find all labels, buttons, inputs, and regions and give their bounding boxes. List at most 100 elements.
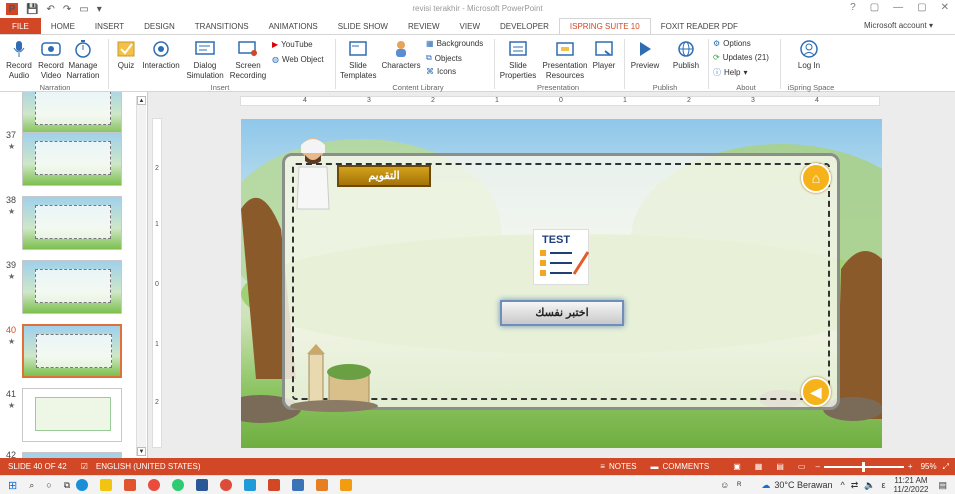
tab-foxit-reader[interactable]: FOXIT READER PDF <box>651 18 748 34</box>
app-icon[interactable] <box>316 479 329 491</box>
edge-icon[interactable] <box>76 479 89 491</box>
help-button[interactable]: ⓘ Help ▾ <box>713 67 747 78</box>
objects-button[interactable]: ⧉ Objects <box>426 53 462 63</box>
scroll-up-icon[interactable]: ▲ <box>137 96 146 105</box>
media-icon[interactable] <box>148 479 161 491</box>
slide-thumbnail-41[interactable] <box>22 388 122 442</box>
thumbnails-scrollbar[interactable]: ▲ ▼ <box>136 96 146 456</box>
test-yourself-button[interactable]: اختبر نفسك <box>500 300 624 326</box>
qat-dropdown-icon[interactable]: ▾ <box>97 4 102 15</box>
comments-button[interactable]: ▬ COMMENTS <box>651 462 710 471</box>
powerpoint-taskbar-icon[interactable] <box>268 479 281 491</box>
record-video-button[interactable]: Record Video <box>36 39 66 81</box>
interaction-button[interactable]: Interaction <box>140 39 182 71</box>
people-icon[interactable]: ☺ <box>720 480 729 490</box>
input-language[interactable]: ε <box>881 480 885 490</box>
app-icon[interactable] <box>340 479 353 491</box>
player-label: Player <box>592 61 616 70</box>
undo-icon[interactable]: ↶ <box>46 4 54 15</box>
search-icon[interactable]: ⌕ <box>29 480 34 491</box>
spellcheck-icon[interactable]: ☑ <box>81 462 88 471</box>
account-menu[interactable]: Microsoft account ▾ <box>864 21 933 30</box>
file-explorer-icon[interactable] <box>100 479 113 491</box>
weather-text[interactable]: 30°C Berawan <box>774 480 832 490</box>
slide-templates-button[interactable]: Slide Templates <box>340 39 376 81</box>
slide-thumbnail-38[interactable] <box>22 196 122 250</box>
presentation-resources-button[interactable]: Presentation Resources <box>540 39 590 81</box>
tab-slide-show[interactable]: SLIDE SHOW <box>328 18 398 34</box>
web-object-button[interactable]: ◍ Web Object <box>272 55 324 64</box>
youtube-button[interactable]: ▶ YouTube <box>272 40 313 49</box>
maximize-icon[interactable]: ▢ <box>917 2 926 13</box>
tab-ispring-suite[interactable]: ISPRING SUITE 10 <box>558 18 651 34</box>
word-icon[interactable] <box>196 479 209 491</box>
tab-insert[interactable]: INSERT <box>85 18 134 34</box>
quiz-button[interactable]: Quiz <box>113 39 139 71</box>
reading-view-icon[interactable]: ▤ <box>776 462 784 471</box>
network-icon[interactable]: ⇄ <box>851 480 859 491</box>
slide-thumbnail-39[interactable] <box>22 260 122 314</box>
record-audio-button[interactable]: Record Audio <box>4 39 34 81</box>
icons-button[interactable]: ⌘ Icons <box>426 67 456 76</box>
backgrounds-button[interactable]: ▦ Backgrounds <box>426 39 483 48</box>
touch-keyboard-icon[interactable]: ᴿ <box>737 480 741 490</box>
dialog-simulation-button[interactable]: Dialog Simulation <box>186 39 224 81</box>
fit-slide-icon[interactable]: ⤢ <box>943 462 949 472</box>
tab-review[interactable]: REVIEW <box>398 18 450 34</box>
zoom-thumb[interactable] <box>861 461 865 472</box>
clock[interactable]: 11:21 AM 11/2/2022 <box>893 476 928 494</box>
characters-button[interactable]: Characters <box>380 39 422 71</box>
scroll-down-icon[interactable]: ▼ <box>137 447 146 456</box>
back-button[interactable]: ◀ <box>801 377 831 407</box>
zoom-app-icon[interactable] <box>244 479 257 491</box>
tab-view[interactable]: VIEW <box>450 18 490 34</box>
tab-design[interactable]: DESIGN <box>134 18 185 34</box>
zoom-in-icon[interactable]: + <box>908 462 913 471</box>
slide-thumbnail-37[interactable] <box>22 132 122 186</box>
windows-start-icon[interactable]: ⊞ <box>8 479 17 492</box>
log-in-button[interactable]: Log In <box>794 39 824 71</box>
zoom-out-icon[interactable]: – <box>815 462 819 471</box>
notification-icon[interactable]: ▤ <box>938 480 947 491</box>
task-view-icon[interactable]: ⧉ <box>64 480 70 491</box>
tab-animations[interactable]: ANIMATIONS <box>259 18 328 34</box>
screen-recording-button[interactable]: Screen Recording <box>228 39 268 81</box>
tab-transitions[interactable]: TRANSITIONS <box>185 18 259 34</box>
zoom-slider[interactable] <box>823 461 904 472</box>
updates-button[interactable]: ⟳ Updates (21) <box>713 53 769 62</box>
publish-button[interactable]: Publish <box>668 39 704 71</box>
home-button[interactable]: ⌂ <box>801 163 831 193</box>
chrome-icon[interactable] <box>220 479 233 491</box>
close-icon[interactable]: ✕ <box>941 2 949 13</box>
redo-icon[interactable]: ↷ <box>63 4 71 15</box>
save-icon[interactable]: 💾 <box>26 4 38 15</box>
zoom-level[interactable]: 95% <box>921 462 937 471</box>
speaker-icon[interactable]: 🔈 <box>864 480 875 491</box>
preview-label: Preview <box>630 61 660 70</box>
tab-home[interactable]: HOME <box>41 18 85 34</box>
slide-sorter-icon[interactable]: ▦ <box>755 462 763 471</box>
player-button[interactable]: Player <box>590 39 618 71</box>
manage-narration-button[interactable]: Manage Narration <box>66 39 100 81</box>
tab-file[interactable]: FILE <box>0 18 41 34</box>
slide-thumbnail[interactable] <box>22 92 122 136</box>
whatsapp-icon[interactable] <box>172 479 185 491</box>
slide-properties-button[interactable]: Slide Properties <box>498 39 538 81</box>
slide-canvas[interactable]: التقويم ⌂ ◀ TEST اختبر نفسك <box>241 119 882 448</box>
tab-developer[interactable]: DEVELOPER <box>490 18 559 34</box>
app-icon[interactable] <box>124 479 137 491</box>
slideshow-view-icon[interactable]: ▭ <box>798 462 806 471</box>
start-slideshow-icon[interactable]: ▭ <box>79 4 88 15</box>
minimize-icon[interactable]: — <box>893 2 903 13</box>
tray-chevron-icon[interactable]: ^ <box>840 480 844 490</box>
normal-view-icon[interactable]: ▣ <box>733 462 741 471</box>
ribbon-display-icon[interactable]: ▢ <box>870 2 879 13</box>
help-icon[interactable]: ? <box>850 2 856 13</box>
language-indicator[interactable]: ENGLISH (UNITED STATES) <box>96 462 201 471</box>
preview-button[interactable]: Preview <box>628 39 662 71</box>
slide-thumbnail-40[interactable] <box>22 324 122 378</box>
app-icon[interactable] <box>292 479 305 491</box>
notes-button[interactable]: ≡ NOTES <box>600 462 636 471</box>
cortana-icon[interactable]: ○ <box>46 480 51 490</box>
options-button[interactable]: ⚙ Options <box>713 39 751 48</box>
